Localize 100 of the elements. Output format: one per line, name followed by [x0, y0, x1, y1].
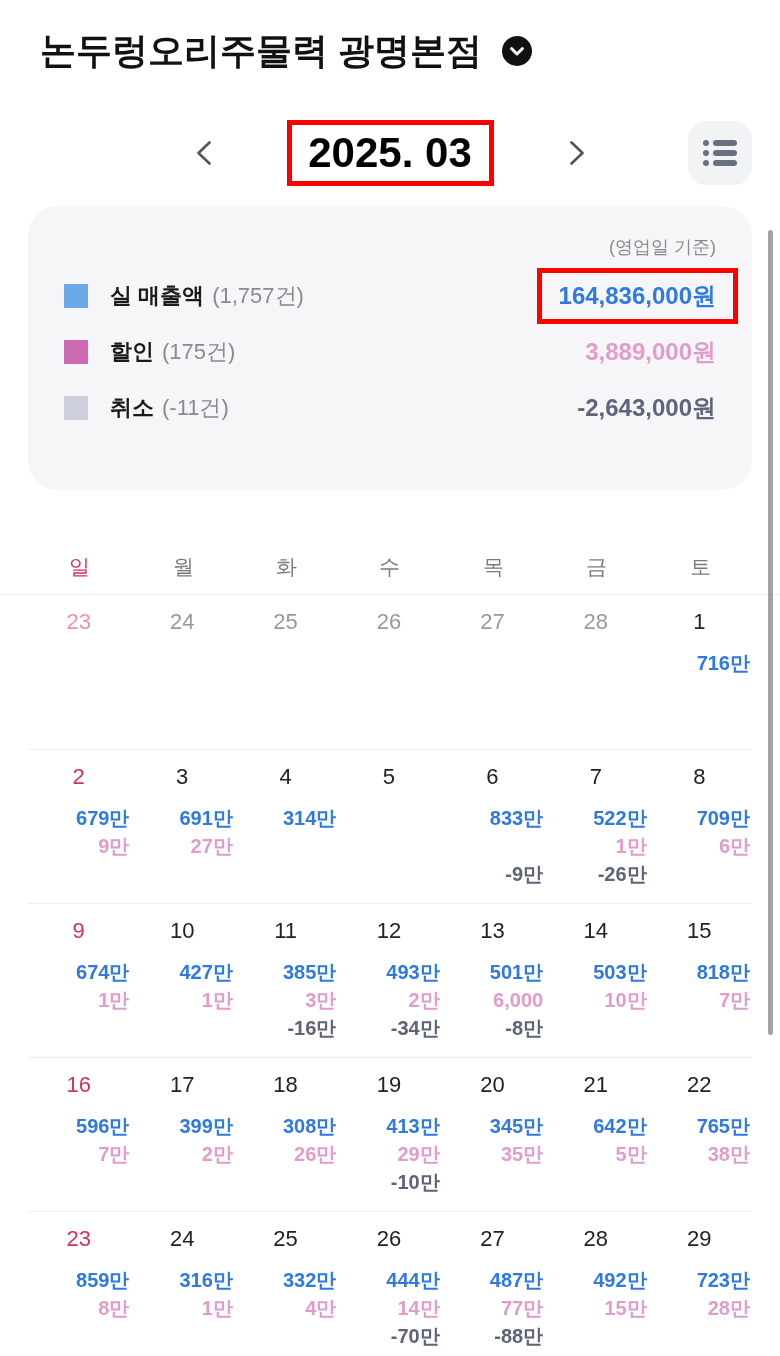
chevron-right-icon	[569, 141, 584, 165]
date-number[interactable]: 7	[589, 762, 602, 792]
date-number[interactable]: 15	[687, 916, 712, 946]
discount-amount: 4만	[305, 1296, 337, 1321]
date-number[interactable]: 8	[693, 762, 706, 792]
discount-amount: 8만	[98, 1296, 130, 1321]
weekday-label: 토	[688, 554, 712, 580]
cancel-amount: -9만	[505, 862, 544, 887]
weekday-label: 금	[585, 554, 609, 580]
sales-amount: 492만	[593, 1268, 647, 1293]
amount-value: 3,889,000원	[585, 337, 716, 367]
sales-amount: 444만	[386, 1268, 440, 1293]
summary-label: 할인	[110, 338, 154, 366]
date-number[interactable]: 17	[169, 1070, 195, 1100]
date-number[interactable]: 10	[169, 916, 195, 946]
date-number[interactable]: 23	[66, 1224, 91, 1254]
dropdown-icon[interactable]	[502, 36, 532, 66]
date-number[interactable]: 25	[273, 1224, 298, 1254]
list-icon	[703, 140, 737, 166]
date-number[interactable]: 3	[176, 762, 189, 792]
date-number[interactable]: 5	[382, 762, 396, 792]
discount-amount: 1만	[201, 988, 233, 1013]
date-number[interactable]: 6	[486, 762, 499, 792]
cancel-amount: -8만	[505, 1016, 544, 1041]
sales-amount: 385만	[282, 960, 337, 985]
sales-amount: 679만	[76, 806, 130, 831]
sales-amount: 332만	[282, 1268, 337, 1293]
sales-amount: 716만	[696, 651, 750, 676]
scrollbar-thumb[interactable]	[768, 230, 773, 1035]
discount-amount: 7만	[718, 988, 750, 1013]
amount-value: 164,836,000원	[536, 268, 738, 324]
date-number[interactable]: 18	[273, 1070, 298, 1100]
sales-amount: 427만	[179, 960, 233, 985]
date-number[interactable]: 12	[376, 916, 402, 946]
date-number[interactable]: 14	[583, 916, 609, 946]
weekday-label: 목	[481, 554, 505, 580]
discount-amount: 26만	[294, 1142, 337, 1167]
date-number[interactable]: 24	[169, 1224, 195, 1254]
sales-amount: 345만	[489, 1114, 544, 1139]
date-number[interactable]: 21	[583, 1070, 609, 1100]
discount-amount: 38만	[707, 1142, 750, 1167]
discount-amount: 6만	[718, 834, 750, 859]
weekday-label: 일	[68, 554, 92, 580]
date-number[interactable]: 28	[583, 1224, 609, 1254]
discount-amount: 28만	[707, 1296, 750, 1321]
date-number[interactable]: 22	[687, 1070, 712, 1100]
sales-amount: 308만	[282, 1114, 337, 1139]
summary-label: 실 매출액	[110, 282, 205, 310]
list-view-button[interactable]	[688, 121, 752, 185]
date-number[interactable]: 29	[687, 1224, 712, 1254]
sales-amount: 314만	[282, 806, 337, 831]
chevron-left-icon	[196, 141, 211, 165]
count-text: (-11건)	[162, 394, 229, 422]
date-number[interactable]: 2	[72, 762, 85, 792]
discount-amount: 10만	[604, 988, 647, 1013]
cancel-amount: -26만	[597, 862, 647, 887]
sales-amount: 413만	[386, 1114, 440, 1139]
sales-amount: 765만	[696, 1114, 750, 1139]
store-title: 논두렁오리주물력 광명본점	[40, 29, 482, 73]
date-number[interactable]: 20	[480, 1070, 505, 1100]
sales-amount: 596만	[76, 1114, 130, 1139]
sales-amount: 487만	[489, 1268, 544, 1293]
discount-amount: 29만	[397, 1142, 440, 1167]
date-number[interactable]: 1	[693, 607, 706, 637]
discount-amount: 35만	[500, 1142, 544, 1167]
basis-note: (영업일 기준)	[608, 236, 716, 259]
sales-amount: 399만	[179, 1114, 233, 1139]
weekday-label: 수	[378, 554, 402, 580]
discount-amount: 27만	[190, 834, 233, 859]
date-number[interactable]: 26	[376, 1224, 402, 1254]
sales-amount: 501만	[489, 960, 544, 985]
discount-amount: 1만	[615, 834, 647, 859]
weekday-label: 화	[275, 554, 299, 580]
cancel-amount: -88만	[494, 1324, 544, 1349]
sales-amount: 691만	[179, 806, 233, 831]
month-title: 2025. 03	[286, 120, 494, 186]
discount-amount: 15만	[604, 1296, 647, 1321]
count-text: (175건)	[162, 338, 236, 366]
date-number[interactable]: 19	[376, 1070, 402, 1100]
discount-amount: 6,000	[493, 988, 544, 1013]
date-number[interactable]: 13	[480, 916, 505, 946]
discount-amount: 1만	[201, 1296, 233, 1321]
cancel-amount: -10만	[390, 1170, 440, 1195]
sales-amount: 709만	[696, 806, 750, 831]
date-number[interactable]: 27	[480, 1224, 505, 1254]
sales-amount: 818만	[696, 960, 750, 985]
weekday-label: 월	[171, 554, 195, 580]
sales-amount: 833만	[489, 806, 544, 831]
date-number[interactable]: 4	[279, 762, 292, 792]
date-number[interactable]: 9	[72, 916, 85, 946]
cancel-amount: -34만	[390, 1016, 440, 1041]
cancel-amount: -16만	[287, 1016, 337, 1041]
discount-amount: 3만	[305, 988, 337, 1013]
count-text: (1,757건)	[212, 282, 304, 310]
discount-amount: 5만	[615, 1142, 647, 1167]
date-number[interactable]: 16	[66, 1070, 91, 1100]
cancel-amount: -70만	[390, 1324, 440, 1349]
sales-amount: 503만	[593, 960, 647, 985]
date-number[interactable]: 11	[274, 916, 297, 946]
sales-amount: 316만	[179, 1268, 233, 1293]
